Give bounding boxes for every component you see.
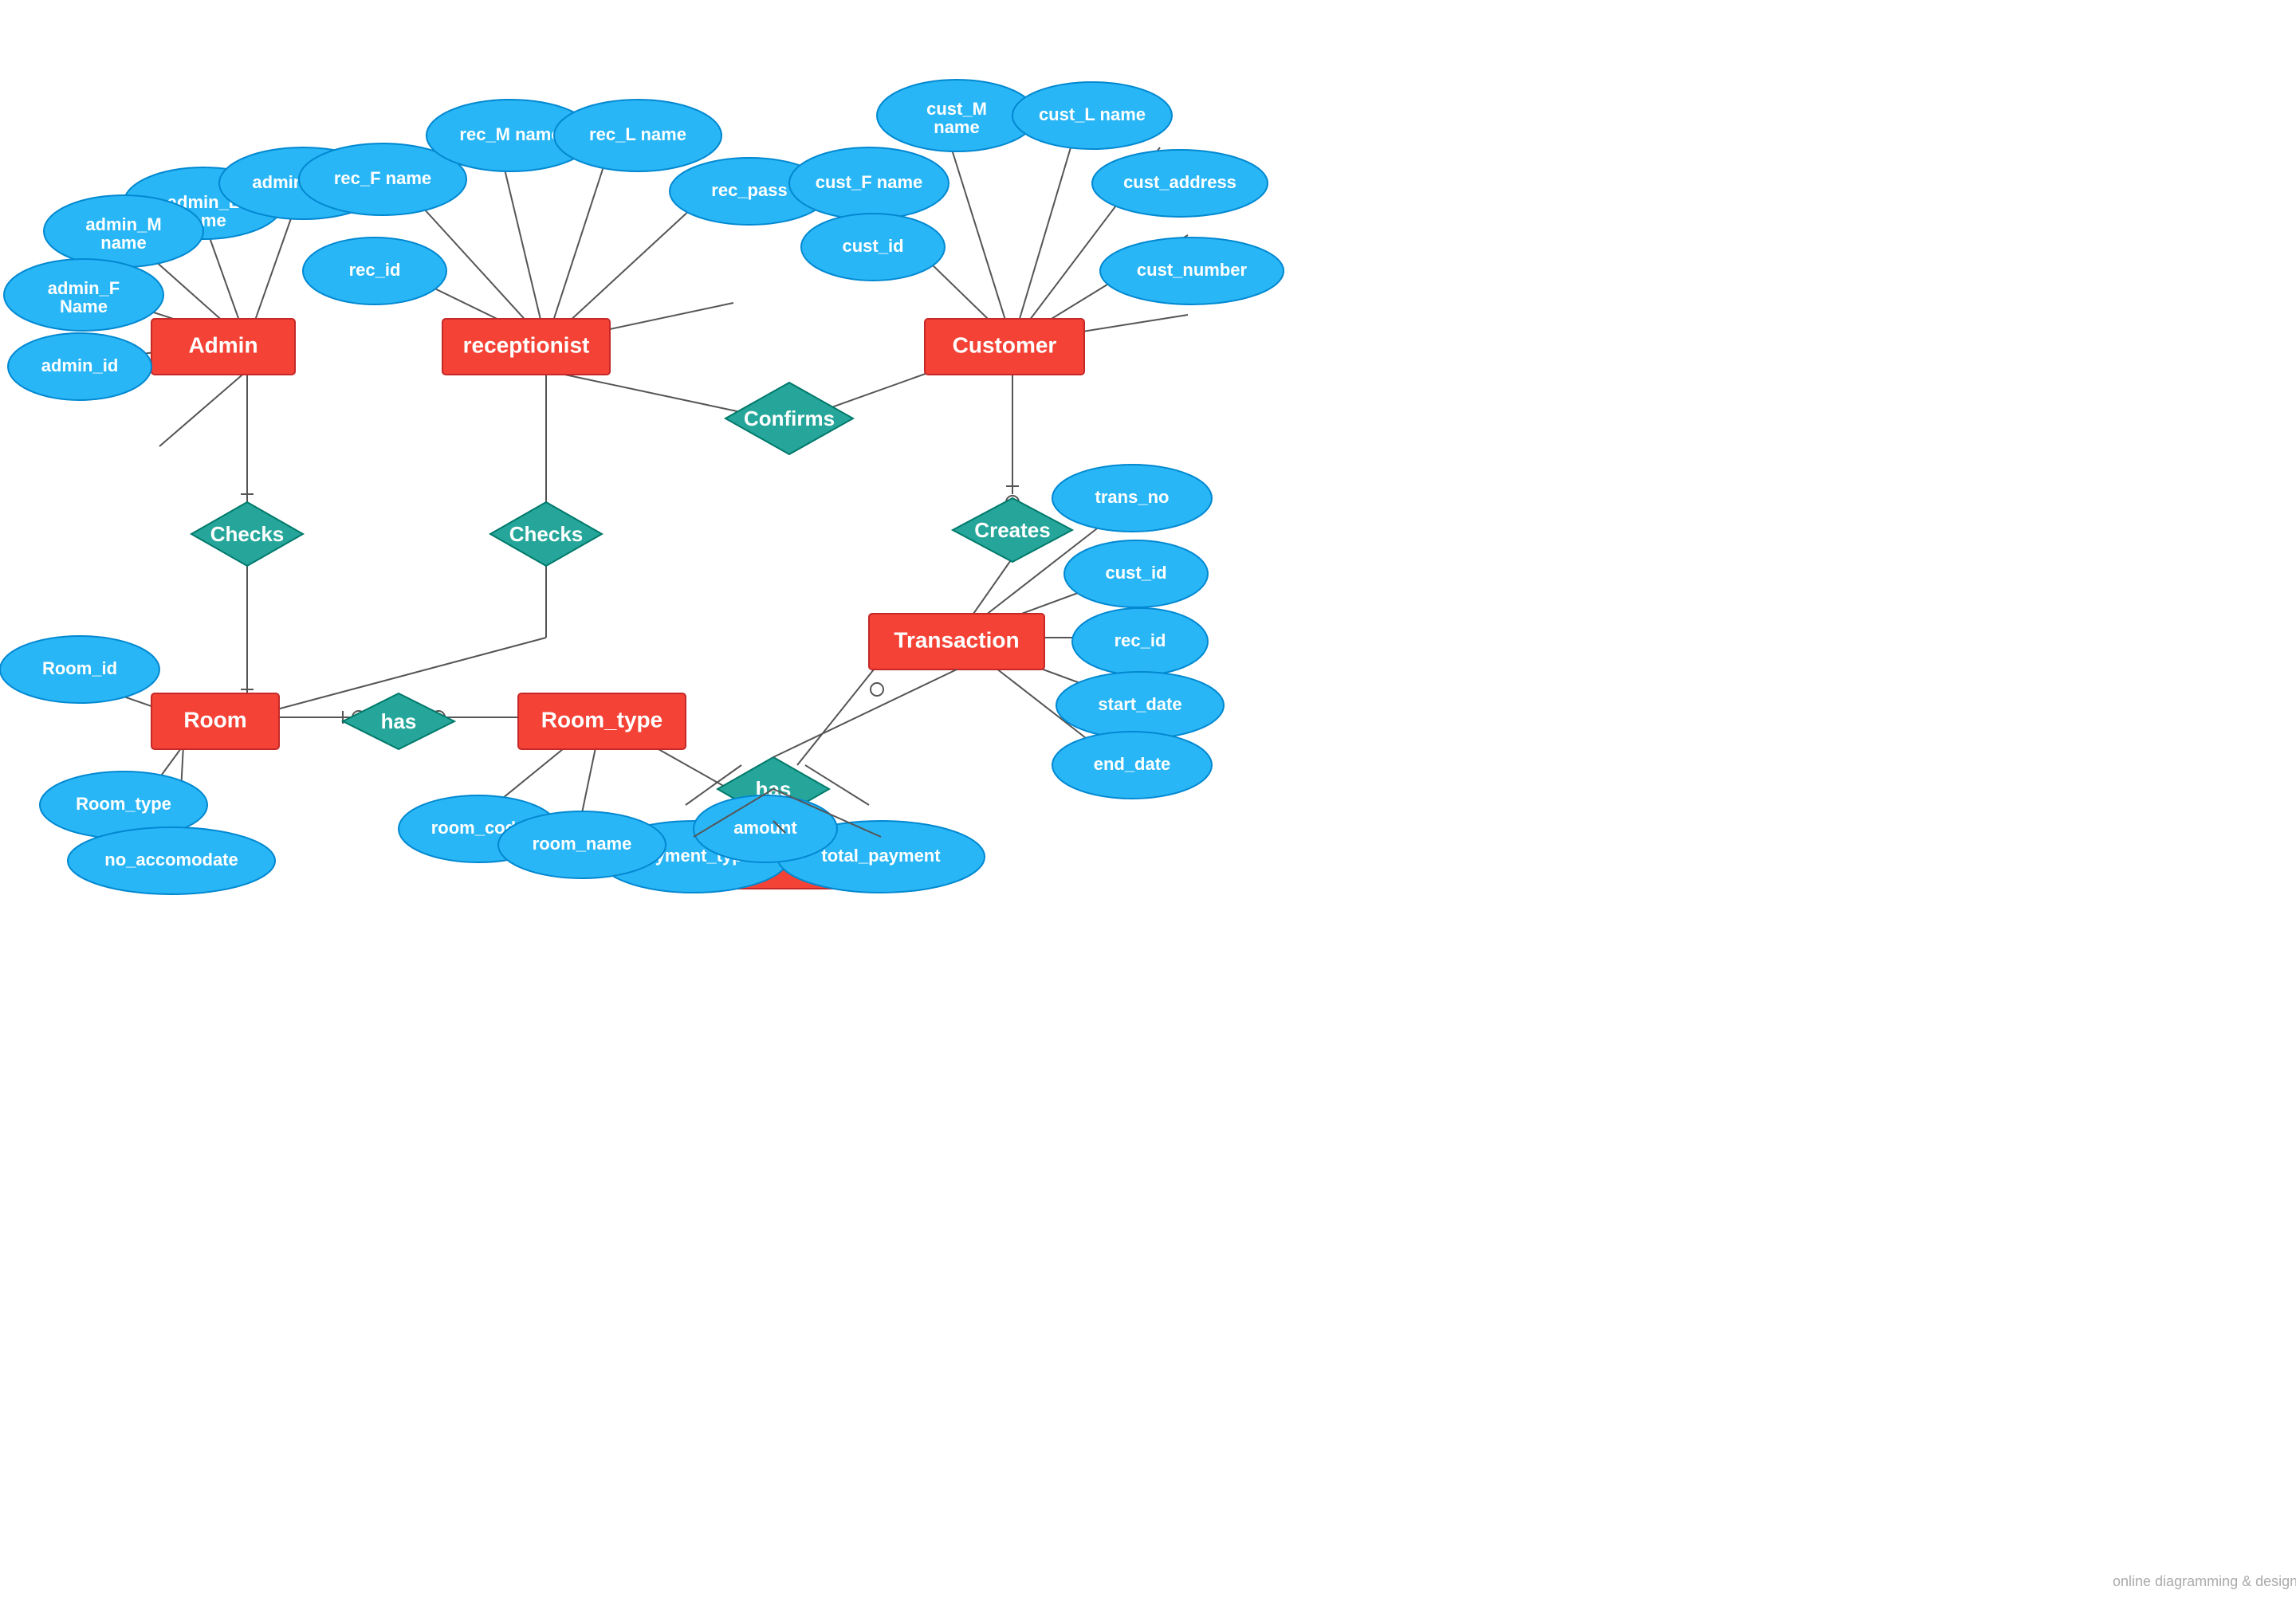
room-id-text: Room_id: [42, 658, 117, 678]
rec-lname-text: rec_L name: [589, 124, 686, 144]
rec-mname-text: rec_M name: [459, 124, 560, 144]
customer-label: Customer: [953, 332, 1057, 357]
room-label: Room: [183, 707, 246, 732]
transaction-label: Transaction: [894, 627, 1019, 652]
trans-enddate-text: end_date: [1094, 754, 1171, 774]
admin-mname-text2: name: [100, 233, 146, 253]
cust-mname-text: cust_M: [926, 99, 987, 119]
room-name-text: room_name: [533, 834, 632, 854]
admin-fname-text: admin_F: [48, 278, 120, 298]
creates-label: Creates: [974, 518, 1050, 542]
trans-custid-text: cust_id: [1105, 563, 1166, 583]
rec-pass-text: rec_pass: [711, 180, 787, 200]
trans-startdate-text: start_date: [1098, 694, 1181, 714]
admin-fname-text2: Name: [60, 296, 108, 316]
confirms-label: Confirms: [744, 406, 835, 430]
room-type-attr-text: Room_type: [76, 794, 171, 814]
total-payment-text: total_payment: [821, 846, 941, 866]
cust-fname-text: cust_F name: [816, 172, 923, 192]
has-room-label: has: [381, 709, 417, 733]
watermark: online diagramming & design | creately: [2113, 1573, 2296, 1589]
cust-number-text: cust_number: [1137, 260, 1248, 280]
rec-id-text: rec_id: [349, 260, 401, 280]
receptionist-label: receptionist: [463, 332, 590, 357]
amount-text: amount: [733, 818, 797, 838]
cust-address-text: cust_address: [1123, 172, 1236, 192]
admin-label: Admin: [188, 332, 258, 357]
room-type-label: Room_type: [541, 707, 662, 732]
admin-mname-text: admin_M: [85, 214, 161, 234]
checks-rec-label: Checks: [509, 522, 584, 546]
rec-fname-text: rec_F name: [334, 168, 431, 188]
cust-mname-text2: name: [934, 117, 979, 137]
trans-no-text: trans_no: [1095, 487, 1170, 507]
cust-lname-text: cust_L name: [1039, 104, 1146, 124]
trans-recid-text: rec_id: [1115, 630, 1166, 650]
admin-id-text: admin_id: [41, 355, 119, 375]
cust-id-text: cust_id: [842, 236, 903, 256]
no-accomodate-text: no_accomodate: [104, 850, 238, 870]
checks-admin-label: Checks: [210, 522, 285, 546]
